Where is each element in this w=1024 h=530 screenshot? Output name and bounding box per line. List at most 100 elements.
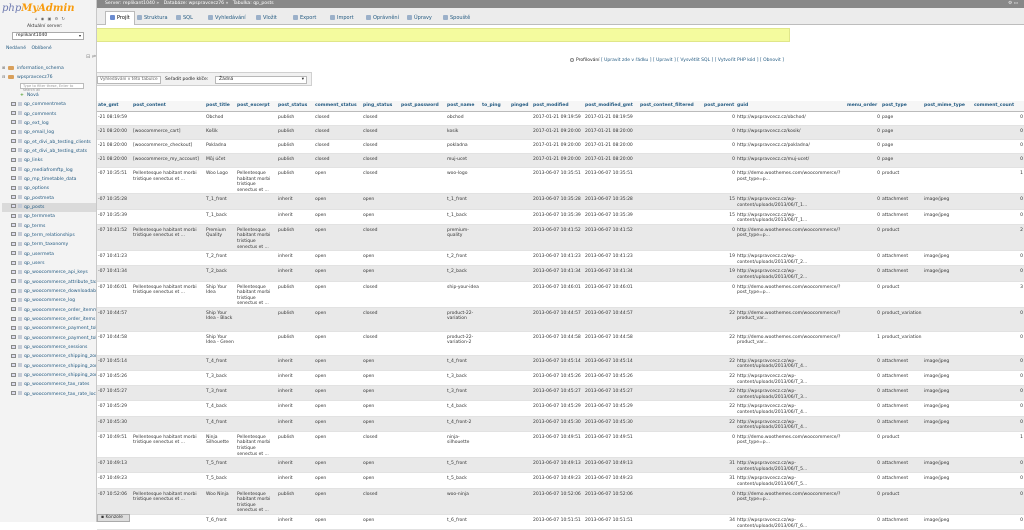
sidebar-table-item[interactable]: qp_email_log <box>2 128 96 137</box>
column-header[interactable]: post_content_filtered <box>639 101 703 112</box>
table-structure-icon[interactable] <box>18 195 22 200</box>
table-structure-icon[interactable] <box>18 288 22 293</box>
breadcrumb-server[interactable]: Server: replikant1040 » <box>105 1 159 6</box>
tree-filter-input[interactable]: Type to filter these, Enter to search al… <box>20 82 84 92</box>
column-header[interactable]: menu_order <box>846 101 881 112</box>
column-header[interactable]: post_content <box>132 101 205 112</box>
sidebar-table-item[interactable]: qp_et_divi_ab_testing_stats <box>2 147 96 156</box>
sidebar-table-item[interactable]: qp_links <box>2 156 96 165</box>
sidebar-table-item[interactable]: qp_woocommerce_downloadable_product_perm… <box>2 287 96 296</box>
table-structure-icon[interactable] <box>18 335 22 340</box>
table-structure-icon[interactable] <box>18 344 22 349</box>
table-row[interactable]: -07 10:35:39 T_1_back inherit open open t_1_b… <box>97 209 1024 225</box>
column-header[interactable]: pinged <box>510 101 532 112</box>
sidebar-table-item[interactable]: qp_woocommerce_payment_tokenmeta <box>2 324 96 333</box>
console-toggle[interactable]: ▪ Konzole <box>97 514 130 522</box>
table-row[interactable]: -21 08:20:00 [woocommerce_cart] Košík publi… <box>97 125 1024 140</box>
tab-structure[interactable]: Struktura <box>137 12 168 25</box>
table-row[interactable]: -07 10:41:52 Pellentesque habitant morbi … <box>97 224 1024 251</box>
sidebar-table-item[interactable]: qp_postmeta <box>2 194 96 203</box>
phpmyadmin-logo[interactable]: phpMyAdmin <box>2 3 82 15</box>
sidebar-table-item[interactable]: qp_woocommerce_order_items <box>2 315 96 324</box>
column-header[interactable]: post_password <box>400 101 446 112</box>
favorites-tab[interactable]: Oblíbené <box>31 46 51 51</box>
settings-icon[interactable]: ⚙ ▭ <box>1008 0 1018 8</box>
sidebar-table-item[interactable]: qp_term_taxonomy <box>2 240 96 249</box>
sidebar-table-item[interactable]: qp_woocommerce_api_keys <box>2 268 96 277</box>
table-row[interactable]: -07 10:46:01 Pellentesque habitant morbi … <box>97 281 1024 308</box>
sidebar-table-item[interactable]: qp_woocommerce_shipping_zone_methods <box>2 371 96 380</box>
column-header[interactable]: post_excerpt <box>236 101 277 112</box>
sidebar-table-item[interactable]: qp_terms <box>2 222 96 231</box>
table-row[interactable]: -07 10:45:26 T_3_back inherit open open t_3_b… <box>97 371 1024 386</box>
column-header[interactable]: to_ping <box>481 101 510 112</box>
column-header[interactable]: post_mime_type <box>923 101 973 112</box>
column-header[interactable]: post_modified <box>532 101 584 112</box>
table-structure-icon[interactable] <box>18 279 22 284</box>
sidebar-table-item[interactable]: qp_mp_timetable_data <box>2 175 96 184</box>
table-row[interactable]: -07 10:49:13 T_5_front inherit open open t_5_… <box>97 457 1024 473</box>
table-structure-icon[interactable] <box>18 260 22 265</box>
sidebar-table-item[interactable]: qp_woocommerce_shipping_zones <box>2 352 96 361</box>
table-structure-icon[interactable] <box>18 139 22 144</box>
sidebar-table-item[interactable]: qp_termmeta <box>2 212 96 221</box>
tab-insert[interactable]: Vložit <box>256 12 277 25</box>
new-table-item[interactable]: + Nová <box>2 91 96 100</box>
database-item[interactable]: ⊟ wpspravcecz76 <box>2 72 96 81</box>
sidebar-table-item[interactable]: qp_ext_log <box>2 119 96 128</box>
tab-triggers[interactable]: Spouště <box>443 12 470 25</box>
sidebar-table-item[interactable]: qp_woocommerce_tax_rate_locations <box>2 390 96 399</box>
sidebar-table-item[interactable]: qp_woocommerce_tax_rates <box>2 380 96 389</box>
sidebar-table-item[interactable]: qp_options <box>2 184 96 193</box>
tab-operations[interactable]: Úpravy <box>407 12 432 25</box>
table-structure-icon[interactable] <box>18 204 22 209</box>
table-structure-icon[interactable] <box>18 307 22 312</box>
sidebar-table-item[interactable]: qp_woocommerce_log <box>2 296 96 305</box>
breadcrumb-database[interactable]: Databáze: wpspravcecz76 » <box>164 1 229 6</box>
column-header[interactable]: post_type <box>881 101 923 112</box>
table-row[interactable]: -07 10:45:29 T_4_back inherit open open t_4_b… <box>97 401 1024 417</box>
table-structure-icon[interactable] <box>18 167 22 172</box>
table-row[interactable]: -07 10:49:51 Pellentesque habitant morbi … <box>97 431 1024 458</box>
table-row[interactable]: -21 08:19:59 Obchod publish closed closed obc… <box>97 112 1024 126</box>
tab-browse[interactable]: Projít <box>105 11 135 25</box>
tab-search[interactable]: Vyhledávání <box>208 12 246 25</box>
column-header[interactable]: comment_count <box>973 101 1024 112</box>
collapse-all-icon[interactable]: ⊟ ⇌ <box>86 54 96 60</box>
table-structure-icon[interactable] <box>18 241 22 246</box>
table-row[interactable]: -07 10:45:14 T_4_front inherit open open t_4_… <box>97 355 1024 371</box>
table-structure-icon[interactable] <box>18 101 22 106</box>
column-header[interactable]: post_parent <box>703 101 736 112</box>
table-structure-icon[interactable] <box>18 269 22 274</box>
sidebar-table-item[interactable]: qp_commentmeta <box>2 100 96 109</box>
sidebar-table-item[interactable]: qp_comments <box>2 110 96 119</box>
table-row[interactable]: -07 10:41:23 T_2_front inherit open open t_2_… <box>97 251 1024 266</box>
column-header[interactable]: post_name <box>446 101 481 112</box>
sidebar-table-item[interactable]: qp_usermeta <box>2 250 96 259</box>
sidebar-table-item[interactable]: qp_mediafromftp_log <box>2 166 96 175</box>
recent-tab[interactable]: Nedávné <box>6 46 26 51</box>
table-row[interactable]: -07 10:44:58 Ship Your Idea - Green publis… <box>97 331 1024 356</box>
table-structure-icon[interactable] <box>18 353 22 358</box>
sidebar-quick-icons[interactable]: ⌂ ◉ ▣ ⚙ ↻ <box>35 16 66 21</box>
table-row[interactable]: -21 08:20:00 [woocommerce_checkout] Poklad… <box>97 140 1024 154</box>
sidebar-table-item[interactable]: qp_woocommerce_sessions <box>2 343 96 352</box>
table-row[interactable]: -21 08:20:00 [woocommerce_my_account] Můj … <box>97 153 1024 168</box>
column-header[interactable]: post_modified_gmt <box>584 101 639 112</box>
table-structure-icon[interactable] <box>18 111 22 116</box>
server-select[interactable]: replikant1040 ▾ <box>12 32 84 40</box>
table-structure-icon[interactable] <box>18 148 22 153</box>
sidebar-table-item[interactable]: qp_woocommerce_payment_tokens <box>2 334 96 343</box>
sidebar-table-item[interactable]: qp_woocommerce_order_itemmeta <box>2 306 96 315</box>
sidebar-table-item[interactable]: qp_woocommerce_attribute_taxonomies <box>2 278 96 287</box>
table-structure-icon[interactable] <box>18 363 22 368</box>
table-structure-icon[interactable] <box>18 391 22 396</box>
table-row[interactable]: -07 10:44:57 Ship Your Idea - Black publis… <box>97 307 1024 332</box>
table-structure-icon[interactable] <box>18 316 22 321</box>
sort-key-select[interactable]: Žádná ▾ <box>215 76 307 84</box>
tab-privileges[interactable]: Oprávnění <box>366 12 399 25</box>
table-search-input[interactable]: Vyhledávání v této tabulce <box>97 76 161 84</box>
column-header[interactable]: ping_status <box>362 101 400 112</box>
sidebar-table-item[interactable]: qp_posts <box>2 202 96 213</box>
sidebar-table-item[interactable]: qp_et_divi_ab_testing_clients <box>2 138 96 147</box>
